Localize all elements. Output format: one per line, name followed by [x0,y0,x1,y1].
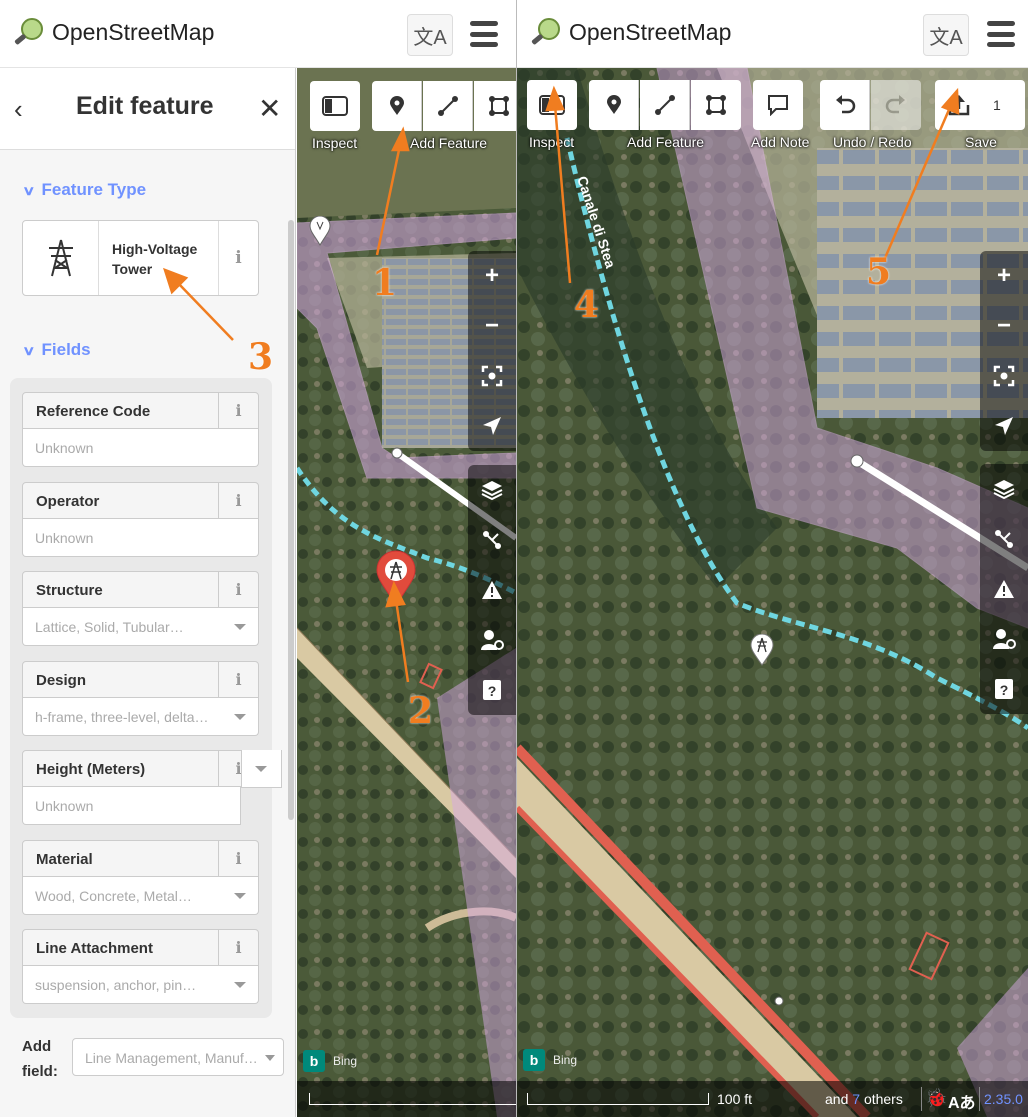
annotation-5: 5 [866,251,892,293]
annotation-arrows [163,126,410,683]
annotation-4: 4 [574,284,600,326]
right-screenshot: OpenStreetMap 文A Canale di Stea Inspect … [517,0,1028,1117]
annotation-3: 3 [248,336,274,378]
annotation-1: 1 [372,262,398,304]
left-screenshot: OpenStreetMap 文A ‹ Edit feature ✕ ∨ Featu… [0,0,516,1117]
annotation-2: 2 [408,690,434,732]
annotation-arrows [545,85,960,284]
